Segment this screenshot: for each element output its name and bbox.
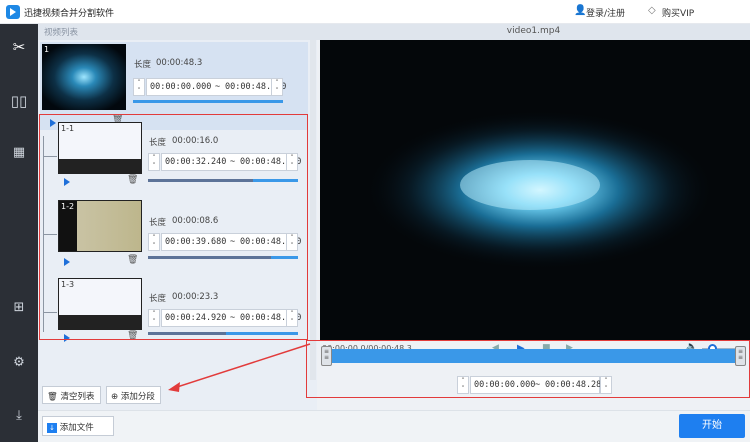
add-file-label: 添加文件 (59, 423, 94, 433)
settings-icon[interactable]: ⚙ (10, 354, 28, 372)
segments-highlight (39, 114, 308, 340)
bottom-bar: ↓ 添加文件 (38, 410, 750, 442)
list-scrollbar[interactable] (310, 40, 316, 380)
add-segment-button[interactable]: ⊕ 添加分段 (106, 386, 161, 404)
scissors-icon[interactable]: ✂ (10, 38, 28, 56)
video-list-header: 视频列表 (38, 24, 317, 40)
main-progress-bar (133, 100, 283, 103)
split-view-icon[interactable]: ▯▯ (10, 92, 28, 110)
diamond-icon: ◇ (648, 5, 656, 16)
main-time-range[interactable]: 00:00:00.000 ~ 00:00:48.280 (146, 78, 286, 96)
range-separator: ~ (215, 82, 221, 92)
length-label: 长度 (134, 60, 152, 70)
download-icon[interactable]: ⤓ (10, 407, 28, 425)
annotation-arrow (168, 343, 311, 392)
grid-icon[interactable]: ▦ (10, 144, 28, 162)
clear-list-label: 清空列表 (60, 392, 95, 402)
video-thumbnail: 1 (42, 44, 126, 110)
add-file-button[interactable]: ↓ 添加文件 (42, 416, 114, 436)
tool-sidebar: ✂ ▯▯ ▦ ⊞ ⚙ ⤓ (0, 24, 38, 442)
clear-list-button[interactable]: 🗑 清空列表 (42, 386, 101, 404)
start-button[interactable]: 开始 (679, 414, 745, 438)
video-preview[interactable] (320, 40, 750, 340)
title-bar: 迅捷视频合并分割软件 👤 登录/注册 ◇ 购买VIP (0, 0, 750, 24)
add-segment-label: 添加分段 (120, 392, 155, 402)
login-link[interactable]: 登录/注册 (586, 6, 625, 19)
end-spinner[interactable]: ˄ ˅ (271, 78, 283, 96)
range-highlight (306, 340, 750, 398)
buy-vip-link[interactable]: 购买VIP (662, 6, 694, 19)
add-folder-icon[interactable]: ⊞ (10, 299, 28, 317)
length-value: 00:00:48.3 (156, 58, 203, 68)
start-time[interactable]: 00:00:00.000 (150, 82, 211, 92)
add-file-icon: ↓ (47, 423, 57, 433)
user-icon: 👤 (574, 5, 587, 16)
plus-circle-icon: ⊕ (111, 392, 119, 402)
app-logo-icon (6, 5, 20, 19)
start-spinner[interactable]: ˄ ˅ (133, 78, 145, 96)
video-filename: video1.mp4 (317, 24, 750, 40)
app-title: 迅捷视频合并分割软件 (24, 9, 115, 19)
trash-icon: 🗑 (47, 392, 58, 402)
player-panel: video1.mp4 00:00:00.0/00:00:48.3 ◀ ▶ ■ ▶… (306, 24, 750, 410)
item-index: 1 (44, 45, 50, 54)
video-frame (365, 110, 715, 270)
